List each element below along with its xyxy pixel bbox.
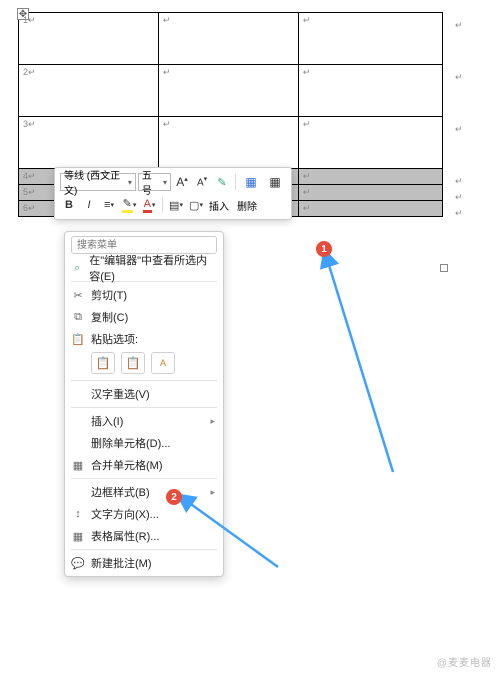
lookup-icon: ⌕ [71, 262, 83, 275]
shrink-font-button[interactable]: A▾ [193, 173, 211, 191]
mini-toolbar: 等线 (西文正文)▾ 五号▾ A▴ A▾ ✎ ▦ ▦ B I ≡▾ ✎▾ A▾ … [54, 167, 292, 220]
menu-insert[interactable]: 插入(I) ▸ [65, 410, 223, 432]
menu-cut[interactable]: ✂ 剪切(T) [65, 284, 223, 306]
insert-label: 插入 [209, 198, 229, 213]
delete-table-button[interactable]: ▦ [264, 173, 286, 191]
submenu-arrow-icon: ▸ [210, 487, 215, 498]
menu-hanzi[interactable]: 汉字重选(V) [65, 383, 223, 405]
paste-option-1[interactable]: 📋 [91, 352, 115, 374]
paste-option-3[interactable]: A [151, 352, 175, 374]
menu-table-props[interactable]: ▦ 表格属性(R)... [65, 525, 223, 547]
menu-new-comment[interactable]: 💬 新建批注(M) [65, 552, 223, 574]
insert-table-button[interactable]: ▦ [240, 173, 262, 191]
border-button[interactable]: ≡▾ [100, 196, 118, 214]
copy-icon: ⧉ [71, 311, 85, 324]
menu-border-style[interactable]: 边框样式(B) ▸ [65, 481, 223, 503]
format-painter-button[interactable]: ✎ [213, 173, 231, 191]
menu-delete-cells[interactable]: 删除单元格(D)... [65, 432, 223, 454]
table-props-icon: ▦ [71, 530, 85, 543]
menu-separator [71, 407, 217, 408]
menu-lookup[interactable]: ⌕ 在"编辑器"中查看所选内容(E) [65, 257, 223, 279]
paste-option-2[interactable]: 📋 [121, 352, 145, 374]
text-direction-icon: ↕ [71, 508, 85, 520]
cut-icon: ✂ [71, 289, 85, 302]
font-color-button[interactable]: A▾ [140, 196, 158, 214]
merge-icon: ▦ [71, 459, 85, 472]
bold-button[interactable]: B [60, 196, 78, 214]
menu-copy[interactable]: ⧉ 复制(C) [65, 306, 223, 328]
align-button[interactable]: ▤▾ [167, 196, 185, 214]
italic-button[interactable]: I [80, 196, 98, 214]
table-resize-handle[interactable] [440, 264, 448, 272]
grow-font-button[interactable]: A▴ [173, 173, 191, 191]
cell-margin-button[interactable]: ▢▾ [187, 196, 205, 214]
callout-badge-1: 1 [316, 241, 332, 257]
font-size-combo[interactable]: 五号▾ [138, 173, 171, 191]
delete-label: 删除 [237, 198, 257, 213]
menu-separator [71, 478, 217, 479]
paste-icon: 📋 [71, 333, 85, 346]
table-row[interactable]: 1↵ ↵ ↵ [19, 13, 443, 65]
row-end-markers: ↵↵↵ ↵↵↵ [455, 20, 467, 224]
highlight-button[interactable]: ✎▾ [120, 196, 138, 214]
menu-separator [71, 380, 217, 381]
menu-separator [71, 549, 217, 550]
watermark: @麦麦电器 [437, 654, 492, 669]
menu-merge-cells[interactable]: ▦ 合并单元格(M) [65, 454, 223, 476]
submenu-arrow-icon: ▸ [210, 416, 215, 427]
table-row[interactable]: 2↵ ↵ ↵ [19, 65, 443, 117]
menu-text-direction[interactable]: ↕ 文字方向(X)... [65, 503, 223, 525]
font-combo[interactable]: 等线 (西文正文)▾ [60, 173, 136, 191]
menu-paste-label: 📋 粘贴选项: [65, 328, 223, 350]
comment-icon: 💬 [71, 557, 85, 570]
context-menu: ⌕ 在"编辑器"中查看所选内容(E) ✂ 剪切(T) ⧉ 复制(C) 📋 粘贴选… [64, 231, 224, 577]
callout-badge-2: 2 [166, 489, 182, 505]
table-row[interactable]: 3↵ ↵ ↵ [19, 117, 443, 169]
